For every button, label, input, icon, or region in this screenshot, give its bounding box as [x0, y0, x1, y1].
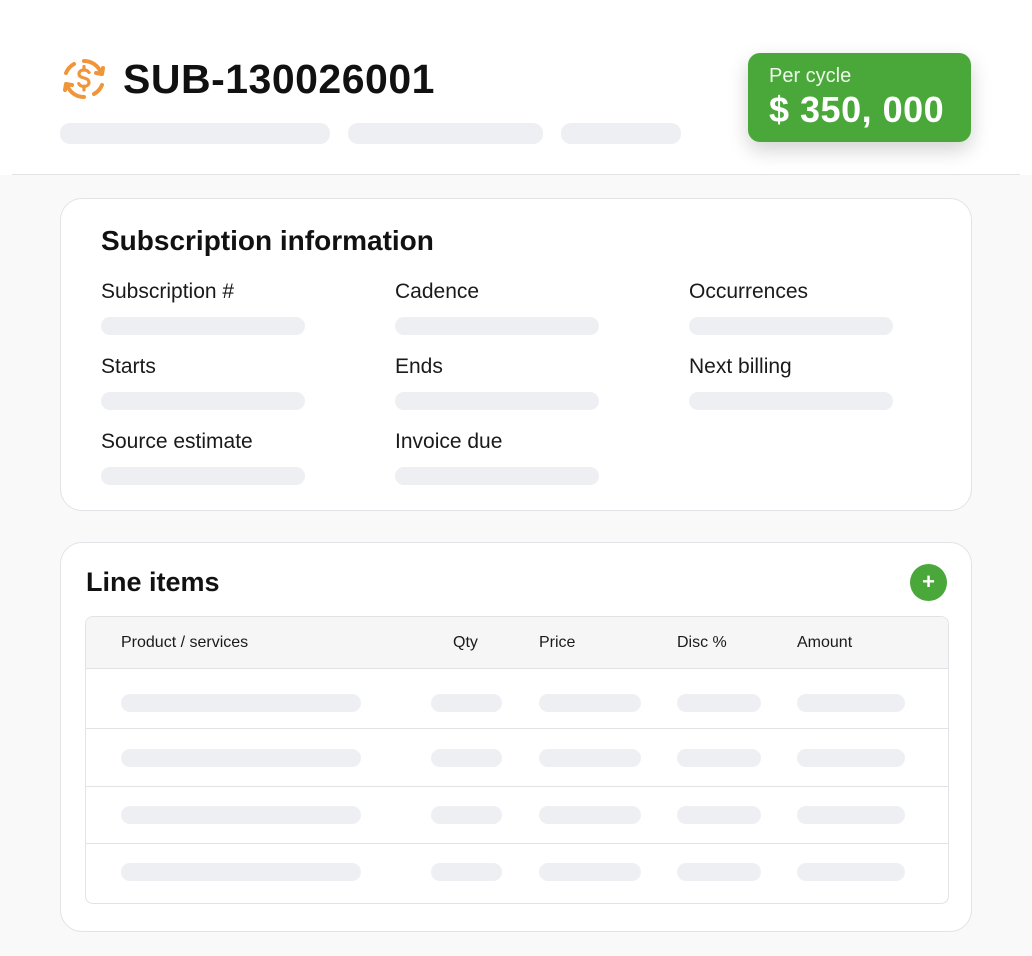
- table-row[interactable]: [86, 729, 948, 787]
- field-value-placeholder: [689, 392, 893, 410]
- field-value-placeholder: [101, 467, 305, 485]
- cell-placeholder: [539, 863, 641, 881]
- field-value-placeholder: [689, 317, 893, 335]
- table-row[interactable]: [86, 844, 948, 902]
- cell-placeholder: [121, 806, 361, 824]
- price-value: $ 350, 000: [769, 89, 945, 130]
- field-label-invoice-due: Invoice due: [395, 430, 503, 453]
- field-value-placeholder: [395, 317, 599, 335]
- section-title: Line items: [86, 567, 220, 597]
- field-label-occurrences: Occurrences: [689, 280, 809, 303]
- cell-placeholder: [539, 694, 641, 712]
- field-value-placeholder: [395, 467, 599, 485]
- cell-placeholder: [431, 863, 502, 881]
- cell-placeholder: [431, 806, 502, 824]
- cell-placeholder: [677, 694, 761, 712]
- table-row[interactable]: [86, 787, 948, 845]
- column-header-disc: Disc %: [677, 634, 727, 651]
- field-value-placeholder: [101, 392, 305, 410]
- per-cycle-price-card: Per cycle $ 350, 000: [748, 53, 971, 142]
- cell-placeholder: [677, 863, 761, 881]
- cell-placeholder: [539, 806, 641, 824]
- cell-placeholder: [121, 694, 361, 712]
- dollar-cycle-icon: [63, 58, 105, 100]
- line-items-table: Product / services Qty Price Disc % Amou…: [85, 616, 949, 904]
- plus-icon: +: [922, 569, 935, 594]
- cell-placeholder: [677, 806, 761, 824]
- field-label-ends: Ends: [395, 355, 443, 378]
- cell-placeholder: [539, 749, 641, 767]
- cell-placeholder: [431, 694, 502, 712]
- line-items-card: Line items + Product / services Qty Pric…: [60, 542, 972, 932]
- cell-placeholder: [121, 749, 361, 767]
- header-meta-placeholder: [348, 123, 543, 144]
- field-label-starts: Starts: [101, 355, 156, 378]
- field-label-subscription-number: Subscription #: [101, 280, 235, 303]
- cell-placeholder: [797, 694, 905, 712]
- cell-placeholder: [797, 863, 905, 881]
- column-header-price: Price: [539, 634, 576, 651]
- cell-placeholder: [797, 806, 905, 824]
- price-label: Per cycle: [769, 65, 852, 87]
- column-header-product: Product / services: [121, 634, 249, 651]
- cell-placeholder: [431, 749, 502, 767]
- field-label-cadence: Cadence: [395, 280, 480, 303]
- section-title: Subscription information: [101, 225, 434, 256]
- field-label-source-estimate: Source estimate: [101, 430, 253, 453]
- header-meta-placeholder: [561, 123, 681, 144]
- table-row[interactable]: [86, 669, 948, 727]
- page-title: SUB-130026001: [123, 56, 435, 102]
- cell-placeholder: [797, 749, 905, 767]
- field-label-next-billing: Next billing: [689, 355, 792, 378]
- add-line-item-button[interactable]: +: [910, 564, 947, 601]
- page-header: SUB-130026001 Per cycle $ 350, 000: [0, 0, 1032, 175]
- field-value-placeholder: [101, 317, 305, 335]
- column-header-amount: Amount: [797, 634, 853, 651]
- cell-placeholder: [677, 749, 761, 767]
- table-header: Product / services Qty Price Disc % Amou…: [86, 617, 948, 669]
- cell-placeholder: [121, 863, 361, 881]
- subscription-info-card: Subscription information Subscription # …: [60, 198, 972, 511]
- subscription-page: SUB-130026001 Per cycle $ 350, 000 Subsc…: [0, 0, 1032, 956]
- column-header-qty: Qty: [453, 634, 478, 651]
- header-meta-placeholder: [60, 123, 330, 144]
- field-value-placeholder: [395, 392, 599, 410]
